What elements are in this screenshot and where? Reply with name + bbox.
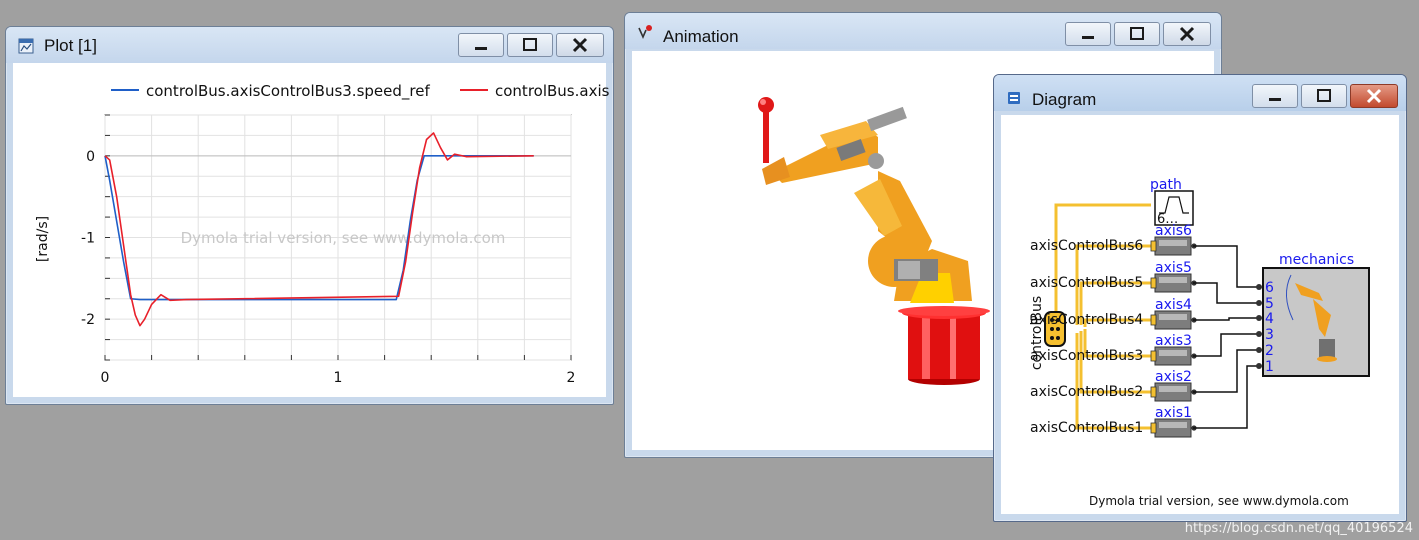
plot-watermark: Dymola trial version, see www.dymola.com — [181, 229, 506, 247]
plot-maximize-button[interactable] — [507, 33, 553, 57]
diagram-window[interactable]: Diagram controlBus 6… path axis6 axisCon… — [993, 74, 1407, 522]
diagram-window-icon — [1008, 92, 1020, 104]
diagram-close-button[interactable] — [1350, 84, 1398, 108]
plot-close-button[interactable] — [556, 33, 604, 57]
animation-window-title: Animation — [663, 27, 739, 46]
axis-bus-port — [1150, 386, 1157, 398]
diagram-window-title: Diagram — [1032, 90, 1097, 109]
axis-label: axis2 — [1155, 369, 1192, 385]
path-block[interactable]: 6… — [1154, 190, 1194, 227]
animation-minimize-button[interactable] — [1065, 22, 1111, 46]
animation-window-icon — [638, 25, 652, 39]
robot-base — [898, 306, 990, 385]
plot-window-icon — [18, 38, 34, 54]
animation-maximize-button[interactable] — [1114, 22, 1160, 46]
axis-block-axis5[interactable]: axis5 — [1150, 260, 1197, 293]
y-axis-label: [rad/s] — [35, 216, 51, 262]
mechanics-port-label: 3 — [1265, 327, 1274, 343]
y-tick-label: -1 — [81, 231, 95, 247]
maximize-icon — [523, 38, 537, 51]
axis-label: axis5 — [1155, 260, 1192, 276]
close-icon — [1366, 88, 1382, 104]
minimize-icon — [475, 47, 487, 50]
mechanics-port-label: 4 — [1265, 311, 1274, 327]
plot-window[interactable]: Plot [1] controlBus.axisControlBus3.spee… — [5, 26, 614, 405]
axis-block-highlight — [1159, 422, 1187, 428]
axis-label: axis1 — [1155, 405, 1192, 421]
speed-plot[interactable]: Dymola trial version, see www.dymola.com… — [13, 63, 608, 399]
axis-bus-label: axisControlBus1 — [1030, 420, 1143, 436]
axis-block-axis3[interactable]: axis3 — [1150, 333, 1197, 366]
mechanics-ports: 654321 — [1256, 280, 1274, 375]
axis-block-highlight — [1159, 314, 1187, 320]
close-icon — [1179, 26, 1195, 42]
axis-bus-port — [1150, 350, 1157, 362]
mechanics-port-label: 1 — [1265, 359, 1274, 375]
plot-titlebar[interactable]: Plot [1] — [6, 27, 613, 63]
y-tick-label: -2 — [81, 312, 95, 328]
mechanics-block[interactable] — [1262, 267, 1370, 377]
axis-block-axis6[interactable]: axis6 — [1150, 223, 1197, 256]
x-tick-label: 1 — [334, 370, 343, 386]
plot-minimize-button[interactable] — [458, 33, 504, 57]
flange-connections — [1193, 245, 1259, 429]
animation-titlebar[interactable]: Animation — [625, 13, 1221, 49]
diagram-footer: Dymola trial version, see www.dymola.com — [1089, 494, 1349, 508]
axis-bus-label: axisControlBus4 — [1030, 312, 1143, 328]
axis-label: axis3 — [1155, 333, 1192, 349]
mechanics-port — [1256, 300, 1262, 306]
mechanics-port-label: 5 — [1265, 296, 1274, 312]
axis-bus-port — [1150, 277, 1157, 289]
x-tick-label: 2 — [567, 370, 576, 386]
mechanics-port — [1256, 347, 1262, 353]
maximize-icon — [1317, 89, 1331, 102]
axis-block-highlight — [1159, 350, 1187, 356]
mechanics-port-label: 2 — [1265, 343, 1274, 359]
close-icon — [572, 37, 588, 53]
robot-body — [762, 106, 972, 303]
axis-bus-port — [1150, 314, 1157, 326]
axis-bus-port — [1150, 240, 1157, 252]
mechanics-port — [1256, 284, 1262, 290]
mechanics-label: mechanics — [1279, 252, 1354, 268]
desktop-watermark: https://blog.csdn.net/qq_40196524 — [1184, 521, 1413, 536]
y-tick-label: 0 — [86, 149, 95, 165]
mechanics-port — [1256, 331, 1262, 337]
mechanics-port — [1256, 363, 1262, 369]
minimize-icon — [1269, 98, 1281, 101]
diagram-canvas[interactable]: controlBus 6… path axis6 axisControlBus6 a… — [1001, 115, 1399, 514]
axis-block-axis4[interactable]: axis4 — [1150, 297, 1197, 330]
path-label: path — [1150, 177, 1182, 193]
axis-bus-label: axisControlBus2 — [1030, 384, 1143, 400]
diagram-titlebar[interactable]: Diagram — [994, 75, 1406, 111]
minimize-icon — [1082, 36, 1094, 39]
mechanics-port-label: 6 — [1265, 280, 1274, 296]
axis-block-highlight — [1159, 277, 1187, 283]
axis-label: axis4 — [1155, 297, 1192, 313]
axis-block-highlight — [1159, 386, 1187, 392]
axis-block-highlight — [1159, 240, 1187, 246]
axis-bus-label: axisControlBus6 — [1030, 238, 1143, 254]
maximize-icon — [1130, 27, 1144, 40]
robot-tool — [758, 97, 774, 163]
diagram-maximize-button[interactable] — [1301, 84, 1347, 108]
axis-bus-port — [1150, 422, 1157, 434]
mechanics-port — [1256, 315, 1262, 321]
axis-block-axis2[interactable]: axis2 — [1150, 369, 1197, 402]
axis-bus-label: axisControlBus5 — [1030, 275, 1143, 291]
axis-block-axis1[interactable]: axis1 — [1150, 405, 1197, 438]
plot-area[interactable]: controlBus.axisControlBus3.speed_ref con… — [13, 63, 609, 399]
plot-window-title: Plot [1] — [44, 36, 97, 55]
model-diagram[interactable]: controlBus 6… path axis6axisControlBus6a… — [1001, 115, 1401, 516]
diagram-minimize-button[interactable] — [1252, 84, 1298, 108]
axis-bus-label: axisControlBus3 — [1030, 348, 1143, 364]
animation-close-button[interactable] — [1163, 22, 1211, 46]
x-tick-label: 0 — [101, 370, 110, 386]
axis-label: axis6 — [1155, 223, 1192, 239]
